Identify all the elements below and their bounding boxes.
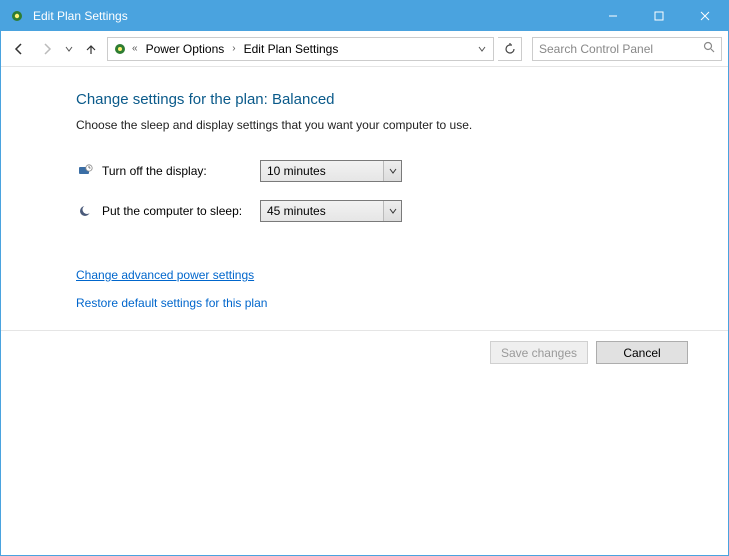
power-options-icon [112, 41, 128, 57]
address-dropdown-icon[interactable] [473, 40, 491, 58]
sleep-timeout-value: 45 minutes [267, 204, 395, 218]
page-subtext: Choose the sleep and display settings th… [76, 118, 728, 132]
recent-locations-dropdown[interactable] [63, 45, 75, 53]
search-placeholder: Search Control Panel [539, 42, 703, 56]
chevron-down-icon [383, 161, 401, 181]
display-timer-icon [76, 162, 94, 180]
window-controls [590, 1, 728, 31]
save-button[interactable]: Save changes [490, 341, 588, 364]
cancel-button[interactable]: Cancel [596, 341, 688, 364]
sleep-label: Put the computer to sleep: [102, 204, 260, 218]
row-sleep: Put the computer to sleep: 45 minutes [76, 200, 728, 222]
breadcrumb-item-power-options[interactable]: Power Options [142, 42, 229, 56]
forward-button[interactable] [35, 37, 59, 61]
close-button[interactable] [682, 1, 728, 31]
display-timeout-value: 10 minutes [267, 164, 395, 178]
sleep-timeout-dropdown[interactable]: 45 minutes [260, 200, 402, 222]
titlebar: Edit Plan Settings [1, 1, 728, 31]
content-area: Change settings for the plan: Balanced C… [1, 67, 728, 310]
search-input[interactable]: Search Control Panel [532, 37, 722, 61]
maximize-button[interactable] [636, 1, 682, 31]
link-restore-defaults[interactable]: Restore default settings for this plan [76, 296, 267, 310]
address-bar[interactable]: « Power Options › Edit Plan Settings [107, 37, 494, 61]
page-heading: Change settings for the plan: Balanced [76, 91, 728, 108]
window-title: Edit Plan Settings [33, 9, 128, 23]
breadcrumb-item-edit-plan[interactable]: Edit Plan Settings [240, 42, 343, 56]
minimize-button[interactable] [590, 1, 636, 31]
breadcrumb-prefix: « [130, 43, 140, 54]
display-label: Turn off the display: [102, 164, 260, 178]
chevron-right-icon: › [230, 43, 237, 54]
up-button[interactable] [79, 37, 103, 61]
row-turn-off-display: Turn off the display: 10 minutes [76, 160, 728, 182]
display-timeout-dropdown[interactable]: 10 minutes [260, 160, 402, 182]
search-icon [703, 41, 715, 56]
back-button[interactable] [7, 37, 31, 61]
navbar: « Power Options › Edit Plan Settings Sea… [1, 31, 728, 67]
chevron-down-icon [383, 201, 401, 221]
moon-icon [76, 202, 94, 220]
link-advanced-settings[interactable]: Change advanced power settings [76, 268, 254, 282]
footer: Save changes Cancel [1, 330, 728, 374]
refresh-button[interactable] [498, 37, 522, 61]
app-icon [9, 8, 25, 24]
